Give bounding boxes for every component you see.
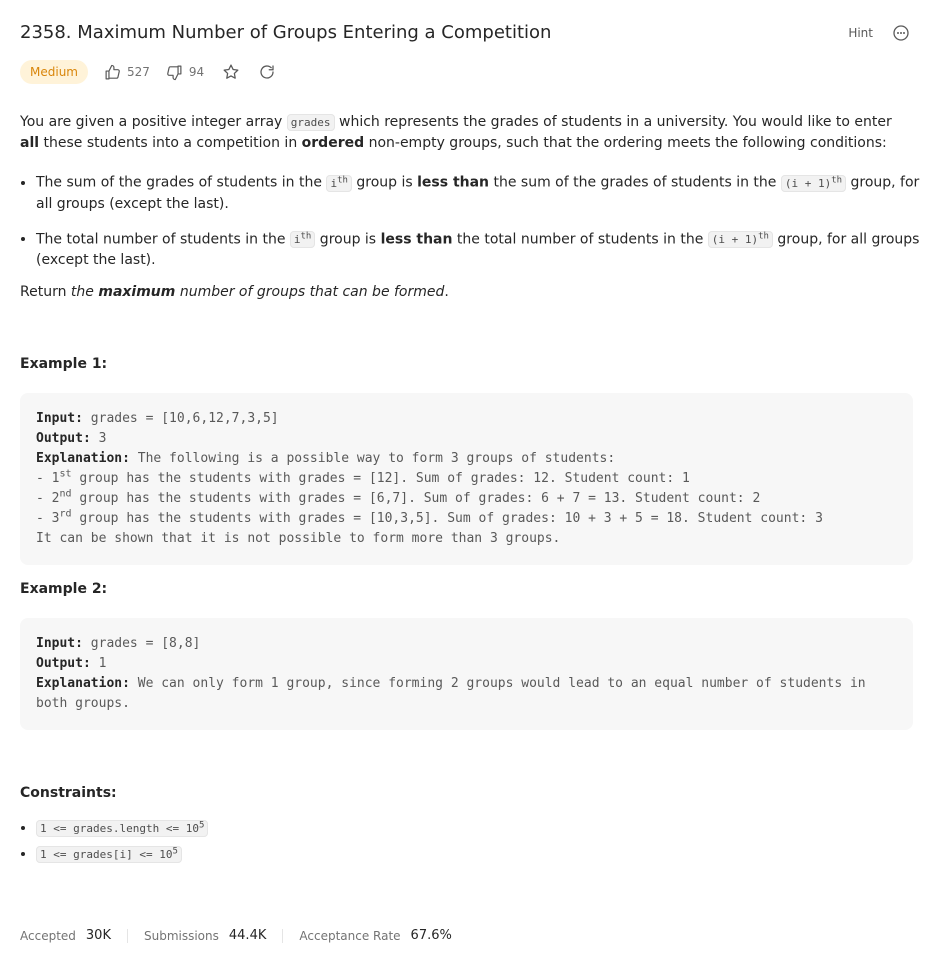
like-button[interactable]: 527 — [104, 64, 150, 81]
accepted-value: 30K — [85, 928, 111, 943]
problem-title[interactable]: 2358. Maximum Number of Groups Entering … — [20, 22, 551, 43]
more-icon[interactable] — [893, 25, 909, 41]
acceptance-rate-value: 67.6% — [410, 928, 452, 943]
accepted-label: Accepted — [20, 928, 76, 943]
condition-item: The sum of the grades of students in the… — [36, 170, 929, 215]
example-2-heading: Example 2: — [20, 581, 108, 597]
conditions-list: The sum of the grades of students in the… — [20, 170, 929, 283]
thumbs-down-icon — [167, 65, 182, 80]
difficulty-badge: Medium — [20, 60, 88, 84]
dislike-count: 94 — [188, 65, 205, 79]
inline-code: grades — [286, 114, 335, 131]
constraint-item: 1 <= grades.length <= 105 — [36, 820, 209, 837]
submission-stats: Accepted 30K Submissions 44.4K Acceptanc… — [20, 928, 452, 943]
example-1-block: Input: grades = [10,6,12,7,3,5] Output: … — [20, 393, 913, 565]
constraint-item: 1 <= grades[i] <= 105 — [36, 846, 208, 863]
acceptance-rate-label: Acceptance Rate — [299, 928, 401, 943]
star-icon[interactable] — [222, 63, 240, 81]
title-row: 2358. Maximum Number of Groups Entering … — [20, 22, 913, 48]
intro-paragraph: You are given a positive integer array g… — [20, 114, 892, 151]
thumbs-up-icon — [105, 64, 120, 79]
example-2-block: Input: grades = [8,8] Output: 1 Explanat… — [20, 618, 913, 730]
example-1-heading: Example 1: — [20, 356, 108, 372]
constraints-list: 1 <= grades.length <= 105 1 <= grades[i]… — [20, 820, 209, 872]
like-count: 527 — [126, 65, 150, 79]
return-statement: Return the maximum number of groups that… — [20, 284, 449, 300]
share-icon[interactable] — [258, 63, 276, 81]
submissions-label: Submissions — [143, 928, 219, 943]
divider — [282, 928, 284, 943]
dislike-button[interactable]: 94 — [166, 64, 204, 81]
condition-item: The total number of students in the ith … — [36, 227, 929, 272]
submissions-value: 44.4K — [228, 928, 267, 943]
meta-row: Medium 527 94 — [20, 59, 276, 85]
constraints-heading: Constraints: — [20, 785, 117, 801]
hint-button[interactable]: Hint — [848, 26, 873, 40]
divider — [126, 928, 128, 943]
